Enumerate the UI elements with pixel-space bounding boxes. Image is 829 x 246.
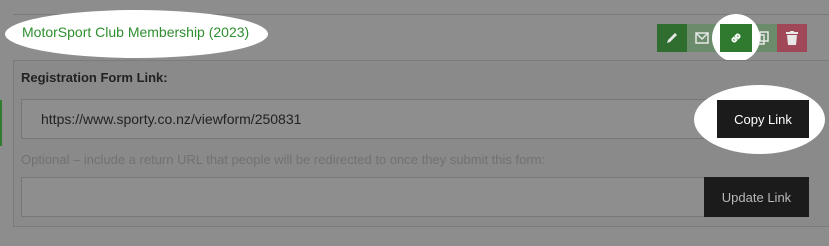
- trash-icon: [786, 31, 798, 45]
- registration-url-value: https://www.sporty.co.nz/viewform/250831: [41, 111, 302, 127]
- delete-button[interactable]: [777, 24, 807, 52]
- edit-button[interactable]: [657, 24, 687, 52]
- return-url-input[interactable]: [21, 177, 705, 217]
- copy-link-button[interactable]: Copy Link: [717, 100, 809, 138]
- left-accent-bar: [0, 100, 2, 146]
- envelope-icon: [695, 32, 709, 44]
- pencil-icon: [667, 33, 677, 43]
- registration-link-label: Registration Form Link:: [21, 70, 168, 85]
- link-icon: [731, 33, 741, 43]
- return-url-hint: Optional – include a return URL that peo…: [21, 152, 546, 167]
- link-button-highlighted[interactable]: [720, 24, 752, 52]
- form-title[interactable]: MotorSport Club Membership (2023): [22, 24, 249, 40]
- update-link-button[interactable]: Update Link: [704, 177, 809, 217]
- link-highlight: [712, 14, 760, 62]
